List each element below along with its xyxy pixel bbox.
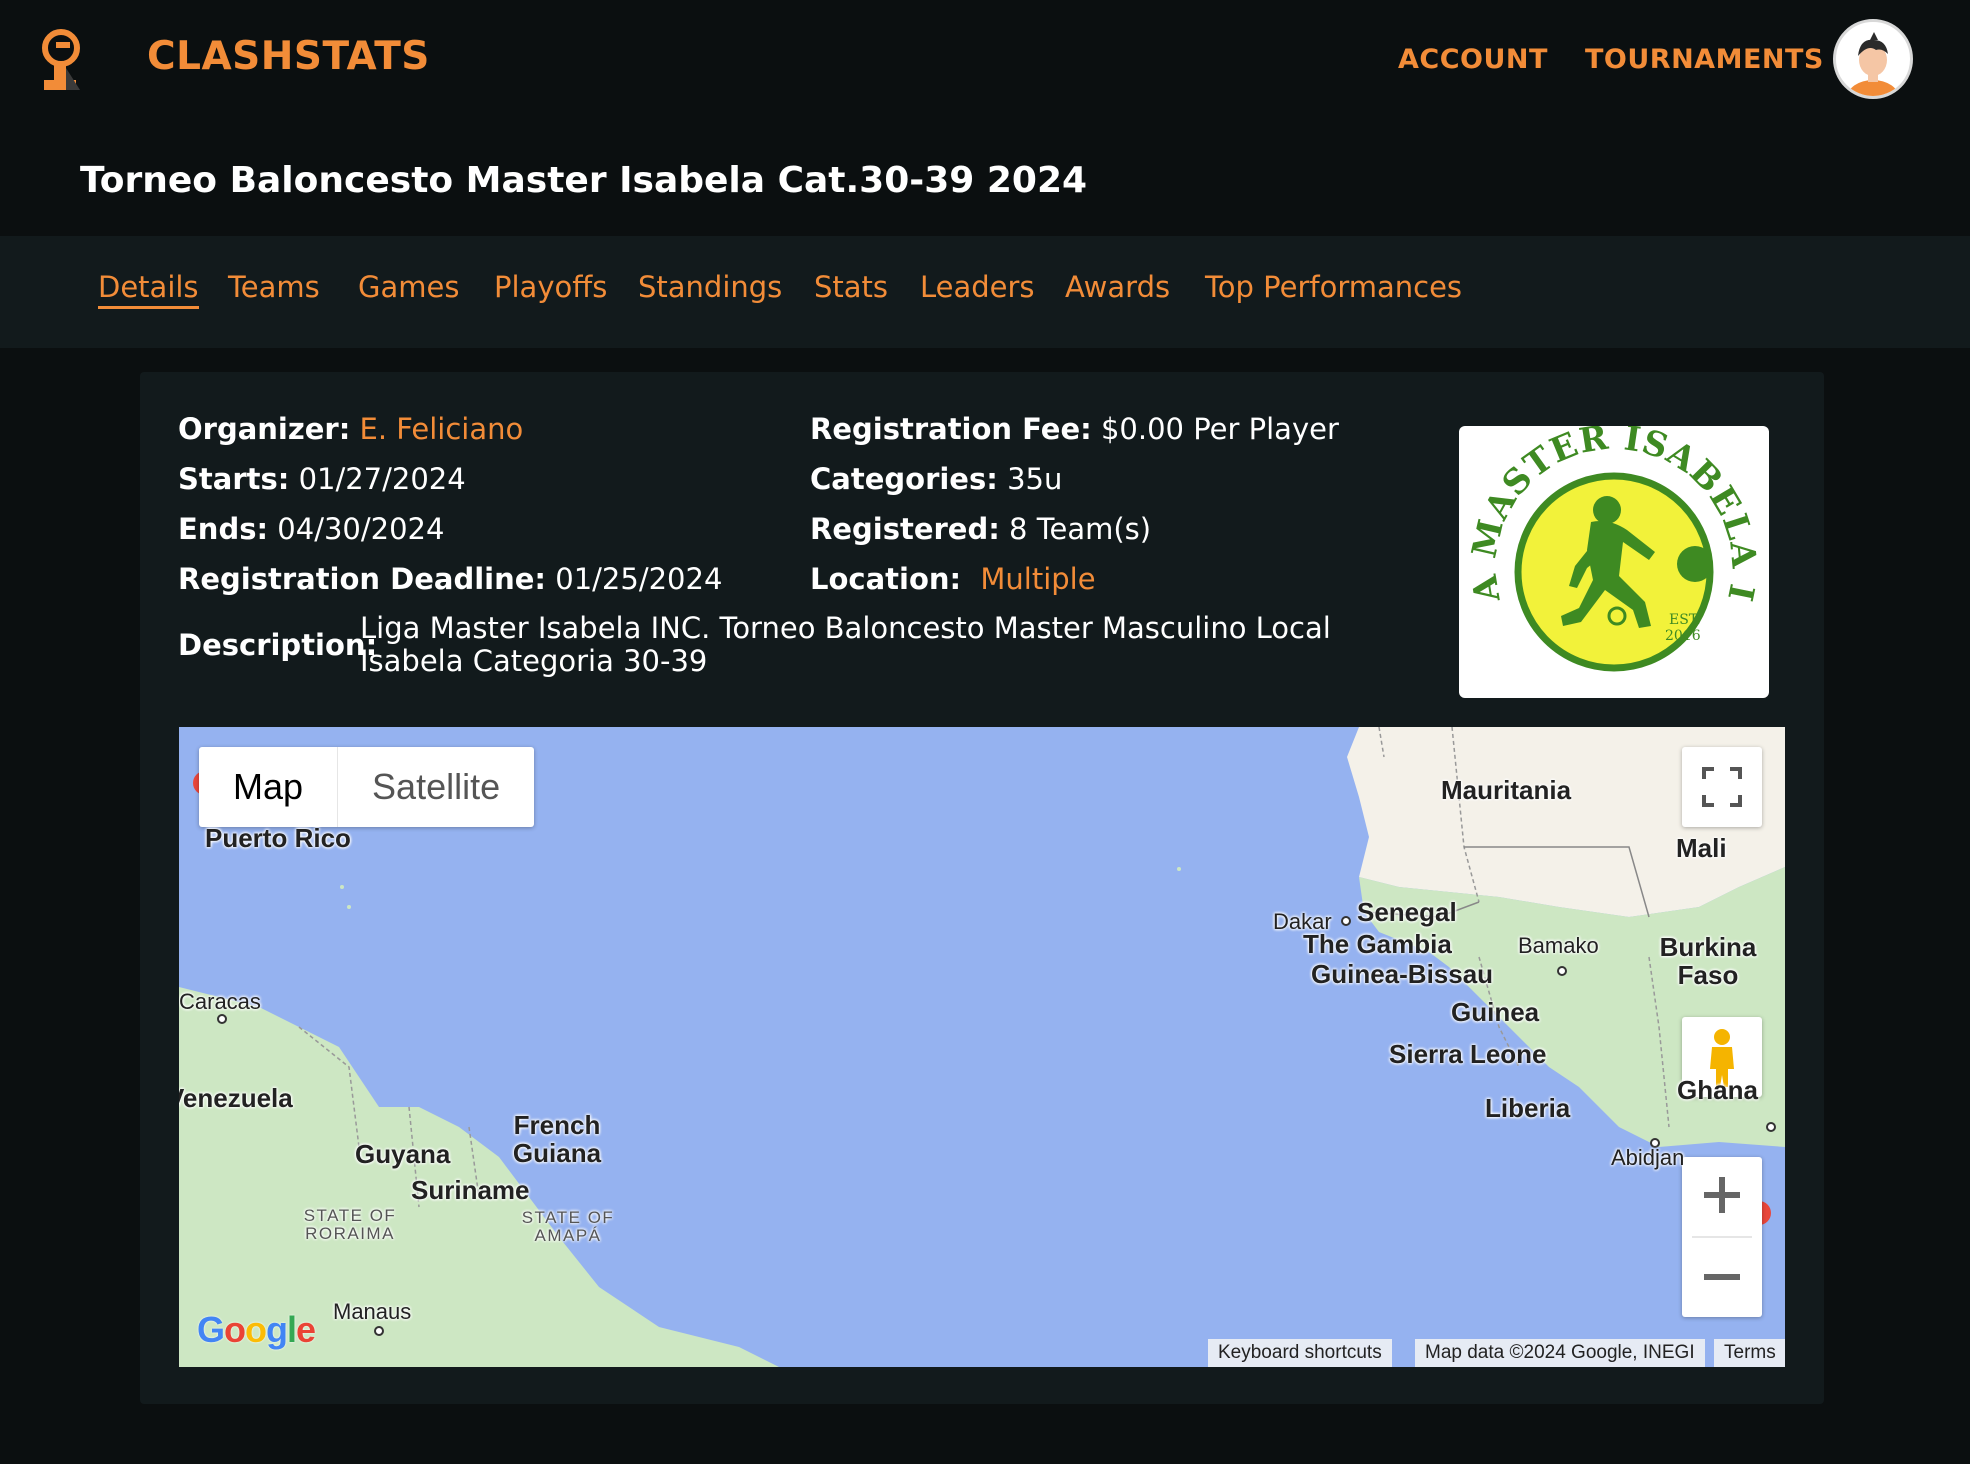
user-avatar-icon [1847, 32, 1899, 96]
registered-label: Registered: [810, 512, 1000, 546]
tournament-details-card: Organizer: E. Feliciano Starts: 01/27/20… [140, 372, 1824, 1404]
organizer-field: Organizer: E. Feliciano [178, 412, 523, 446]
google-logo[interactable]: Google [197, 1309, 316, 1351]
tab-games[interactable]: Games [358, 270, 459, 304]
map-label-liberia: Liberia [1485, 1093, 1571, 1123]
registration-fee-label: Registration Fee: [810, 412, 1092, 446]
map-type-control: Map Satellite [199, 747, 535, 827]
page-title: Torneo Baloncesto Master Isabela Cat.30-… [80, 160, 1088, 201]
registered-field: Registered: 8 Team(s) [810, 512, 1151, 546]
nav-tournaments-link[interactable]: TOURNAMENTS [1585, 44, 1824, 75]
map-label-sierra-leone: Sierra Leone [1389, 1039, 1547, 1069]
tab-teams[interactable]: Teams [228, 270, 320, 304]
map-label-manaus: Manaus [333, 1299, 412, 1324]
map-label-guinea-bissau: Guinea-Bissau [1311, 959, 1494, 989]
starts-label: Starts: [178, 462, 290, 496]
liga-master-isabela-logo: LIGA MASTER ISABELA INC. EST. 2016 [1443, 395, 1763, 692]
map-label-burkina-faso: Burkina Faso [1659, 932, 1757, 990]
location-link[interactable]: Multiple [980, 562, 1095, 596]
map-terms-link[interactable]: Terms [1714, 1339, 1785, 1367]
map-label-puerto-rico: Puerto Rico [205, 823, 351, 853]
registration-deadline-field: Registration Deadline: 01/25/2024 [178, 562, 722, 596]
map-label-guyana: Guyana [355, 1139, 451, 1169]
categories-field: Categories: 35u [810, 462, 1062, 496]
map-label-gambia: The Gambia [1303, 929, 1452, 959]
organizer-link[interactable]: E. Feliciano [360, 412, 524, 446]
logo-year-text: 2016 [1665, 628, 1701, 644]
starts-field: Starts: 01/27/2024 [178, 462, 466, 496]
map-label-venezuela: Venezuela [179, 1083, 293, 1113]
map-data-attribution: Map data ©2024 Google, INEGI [1415, 1339, 1705, 1367]
zoom-in-button[interactable] [1682, 1157, 1762, 1237]
registration-deadline-value: 01/25/2024 [555, 562, 723, 596]
tab-top-performances[interactable]: Top Performances [1205, 270, 1462, 304]
organizer-label: Organizer: [178, 412, 351, 446]
organization-logo: LIGA MASTER ISABELA INC. EST. 2016 [1443, 395, 1769, 698]
map-label-abidjan: Abidjan [1611, 1145, 1685, 1170]
map-label-mauritania: Mauritania [1441, 775, 1572, 805]
fullscreen-icon [1702, 767, 1742, 807]
map-label-french-guiana: French Guiana [512, 1110, 602, 1168]
map-label-bamako: Bamako [1518, 933, 1599, 958]
nav-account-link[interactable]: ACCOUNT [1398, 44, 1548, 75]
map-label-roraima: STATE OF RORAIMA [303, 1206, 397, 1243]
map-type-satellite-button[interactable]: Satellite [338, 747, 534, 827]
zoom-control [1682, 1157, 1762, 1317]
tab-standings[interactable]: Standings [638, 270, 782, 304]
tab-leaders[interactable]: Leaders [920, 270, 1035, 304]
map-label-guinea: Guinea [1451, 997, 1540, 1027]
location-field: Location: Multiple [810, 562, 1096, 596]
registration-fee-value: $0.00 Per Player [1100, 412, 1339, 446]
map-label-caracas: Caracas [179, 989, 261, 1014]
tab-stats[interactable]: Stats [814, 270, 888, 304]
registered-value: 8 Team(s) [1009, 512, 1152, 546]
location-label: Location: [810, 562, 962, 596]
starts-value: 01/27/2024 [298, 462, 466, 496]
tab-playoffs[interactable]: Playoffs [494, 270, 607, 304]
ends-label: Ends: [178, 512, 269, 546]
ends-field: Ends: 04/30/2024 [178, 512, 444, 546]
top-bar: CLASHSTATS ACCOUNT TOURNAMENTS [0, 0, 1970, 118]
map-type-map-button[interactable]: Map [199, 747, 339, 827]
map-label-mali: Mali [1676, 833, 1727, 863]
map-label-suriname: Suriname [411, 1175, 530, 1205]
fullscreen-button[interactable] [1682, 747, 1762, 827]
registration-fee-field: Registration Fee: $0.00 Per Player [810, 412, 1339, 446]
registration-deadline-label: Registration Deadline: [178, 562, 547, 596]
brand-name[interactable]: CLASHSTATS [147, 34, 430, 79]
description-text: Liga Master Isabela INC. Torneo Balonces… [360, 611, 1331, 678]
map-label-senegal: Senegal [1357, 897, 1457, 927]
description-label: Description: [178, 628, 378, 662]
user-avatar[interactable] [1833, 19, 1913, 99]
categories-label: Categories: [810, 462, 998, 496]
tab-bar: Details Teams Games Playoffs Standings S… [0, 236, 1970, 348]
tab-awards[interactable]: Awards [1065, 270, 1170, 304]
map-label-amapa: STATE OF AMAPÁ [521, 1208, 615, 1245]
ends-value: 04/30/2024 [277, 512, 445, 546]
categories-value: 35u [1007, 462, 1063, 496]
zoom-out-button[interactable] [1682, 1237, 1762, 1317]
map-label-ghana: Ghana [1677, 1075, 1758, 1105]
logo-est-text: EST. [1669, 612, 1701, 628]
keyboard-shortcuts-link[interactable]: Keyboard shortcuts [1208, 1339, 1392, 1367]
location-map[interactable]: Map Satellite Puerto Rico Caracas Venezu… [179, 727, 1785, 1367]
tab-details[interactable]: Details [98, 270, 199, 309]
clashstats-logo-icon[interactable] [36, 28, 86, 94]
